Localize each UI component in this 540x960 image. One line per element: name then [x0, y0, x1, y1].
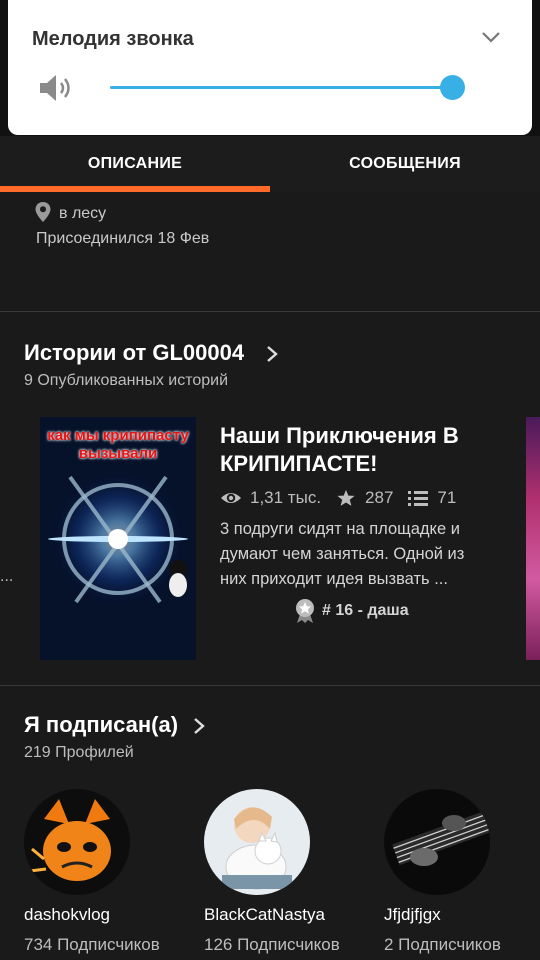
- chevron-right-icon[interactable]: [265, 344, 279, 364]
- profile-name[interactable]: BlackCatNastya: [204, 905, 325, 925]
- profile-name[interactable]: dashokvlog: [24, 905, 110, 925]
- profile-followers: 2 Подписчиков: [384, 935, 501, 954]
- volume-slider-track[interactable]: [110, 86, 454, 89]
- section-divider: [0, 311, 540, 312]
- eye-icon: [221, 493, 241, 503]
- votes-count: 287: [365, 488, 394, 507]
- profile-followers: 126 Подписчиков: [204, 935, 340, 954]
- star-icon: [337, 489, 355, 506]
- avatar[interactable]: [204, 789, 310, 895]
- list-icon: [408, 491, 429, 506]
- avatar-image: [384, 789, 490, 895]
- tab-messages[interactable]: СООБЩЕНИЯ: [270, 136, 540, 192]
- votes-stat: 287: [335, 488, 393, 508]
- profile-followers: 734 Подписчиков: [24, 935, 160, 954]
- stories-section-title[interactable]: Истории от GL00004: [24, 340, 244, 366]
- profile-tabs: ОПИСАНИЕ СООБЩЕНИЯ: [0, 136, 540, 192]
- story-title[interactable]: Наши Приключения В КРИПИПАСТЕ!: [220, 422, 510, 478]
- story-cover-image[interactable]: как мы крипипасту вызывали: [40, 417, 196, 660]
- avatar-image: [24, 789, 130, 895]
- avatar[interactable]: [384, 789, 490, 895]
- volume-slider-thumb[interactable]: [440, 75, 465, 100]
- volume-title: Мелодия звонка: [32, 28, 194, 50]
- parts-stat: 71: [407, 488, 456, 508]
- story-stats: 1,31 тыс. 287 71: [220, 486, 470, 510]
- views-count: 1,31 тыс.: [250, 488, 322, 507]
- chevron-down-icon[interactable]: [480, 26, 502, 48]
- location-pin-icon: [35, 202, 51, 222]
- volume-panel: Мелодия звонка: [8, 0, 532, 135]
- avatar[interactable]: [24, 789, 130, 895]
- stories-count: 9 Опубликованных историй: [24, 372, 229, 389]
- cover-title-text: как мы крипипасту вызывали: [47, 427, 189, 462]
- profile-location: в лесу: [59, 205, 107, 222]
- next-story-cover[interactable]: [526, 417, 540, 660]
- active-tab-indicator: [0, 186, 270, 192]
- profile-name[interactable]: Jfjdjfjgx: [384, 905, 441, 925]
- profile-joined-date: Присоединился 18 Фев: [36, 230, 210, 247]
- avatar-image: [204, 789, 310, 895]
- ranking-badge-icon: [296, 599, 314, 623]
- story-ranking: # 16 - даша: [294, 598, 409, 624]
- chevron-right-icon[interactable]: [192, 716, 206, 736]
- parts-count: 71: [437, 488, 457, 507]
- views-stat: 1,31 тыс.: [220, 488, 321, 508]
- previous-story-ellipsis: ...: [0, 568, 14, 585]
- ranking-text: # 16 - даша: [322, 602, 409, 619]
- story-description: 3 подруги сидят на площадке и думают чем…: [220, 520, 465, 588]
- tab-description[interactable]: ОПИСАНИЕ: [0, 136, 270, 192]
- following-section-title[interactable]: Я подписан(а): [24, 712, 178, 738]
- following-count: 219 Профилей: [24, 744, 134, 761]
- speaker-icon[interactable]: [38, 72, 74, 104]
- section-divider: [0, 685, 540, 686]
